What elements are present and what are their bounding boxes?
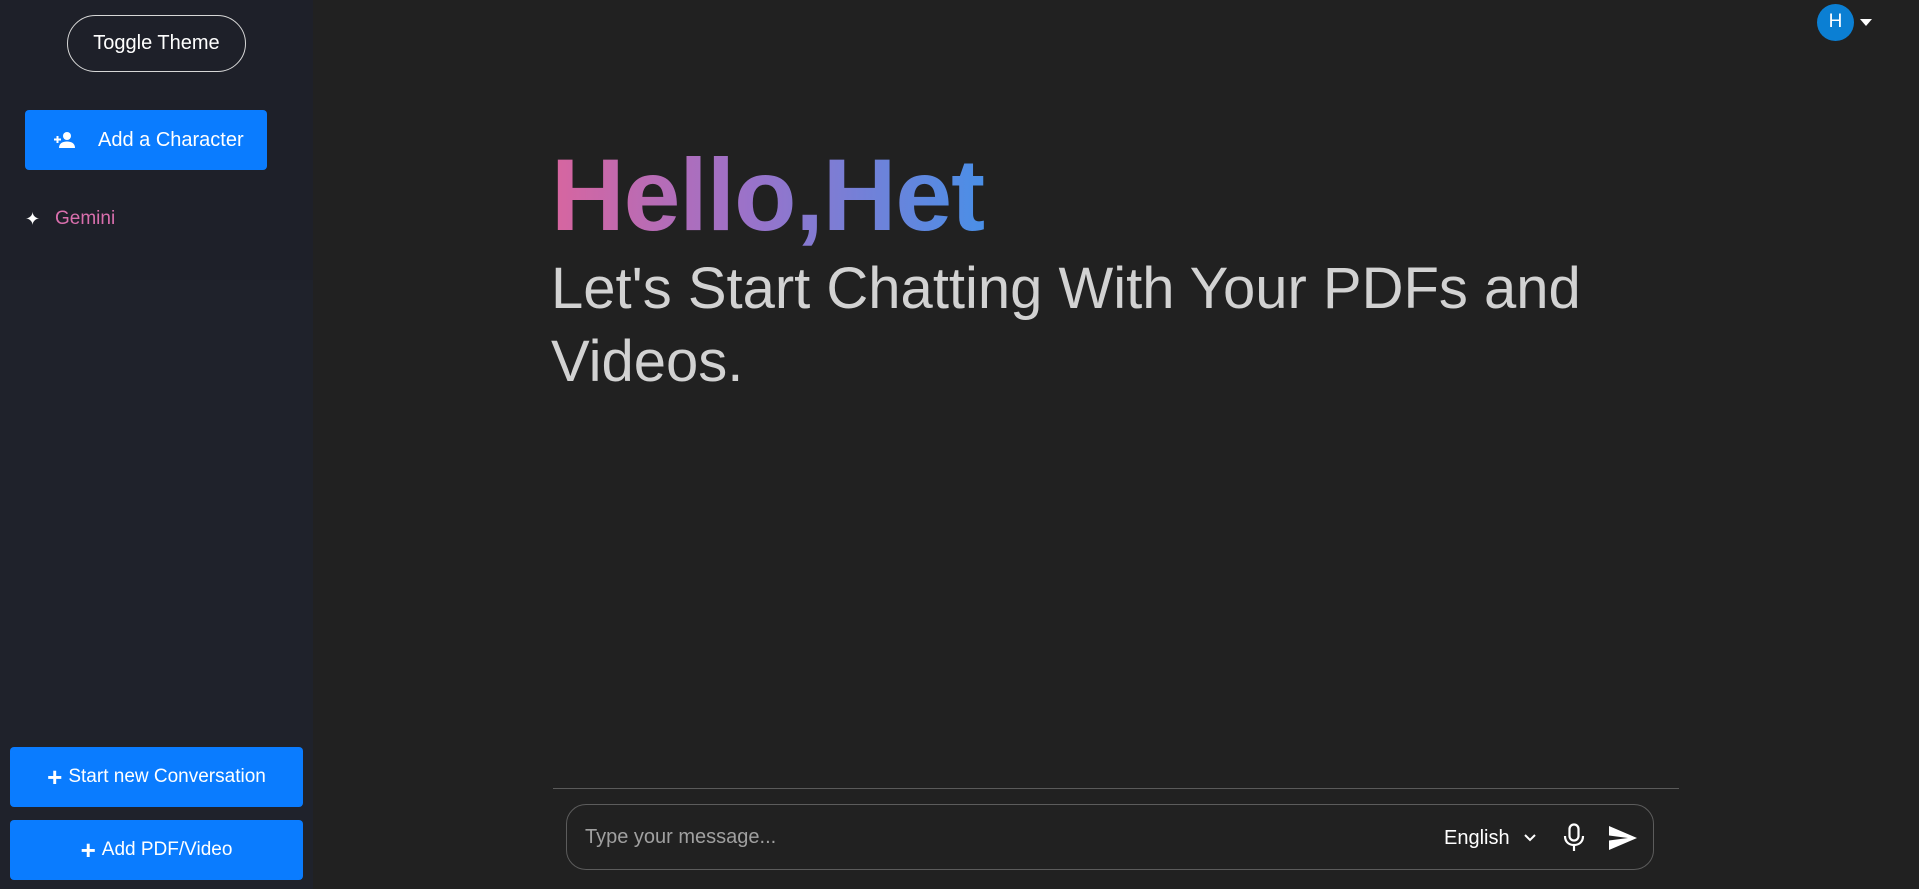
- character-item-gemini[interactable]: ✦ Gemini: [25, 206, 115, 232]
- microphone-icon: [1563, 823, 1585, 851]
- character-label: Gemini: [55, 208, 116, 229]
- start-conversation-label: Start new Conversation: [68, 766, 266, 787]
- greeting-subtitle: Let's Start Chatting With Your PDFs and …: [551, 256, 1581, 394]
- chevron-down-icon: [1523, 834, 1536, 842]
- caret-down-icon: [1860, 18, 1872, 26]
- greeting-title: Hello,Het: [551, 135, 985, 255]
- divider: [553, 788, 1679, 789]
- start-new-conversation-button[interactable]: + Start new Conversation: [10, 747, 303, 807]
- app-root: Toggle Theme Add a Character ✦ Gemini + …: [0, 0, 1919, 889]
- send-button[interactable]: [1607, 823, 1639, 853]
- message-input[interactable]: [585, 819, 1405, 855]
- sidebar: Toggle Theme Add a Character ✦ Gemini + …: [0, 0, 313, 889]
- user-menu[interactable]: H: [1817, 3, 1872, 41]
- sparkle-icon: ✦: [25, 208, 41, 229]
- microphone-button[interactable]: [1559, 821, 1589, 855]
- plus-icon: +: [47, 762, 63, 792]
- add-pdf-video-button[interactable]: + Add PDF/Video: [10, 820, 303, 880]
- chat-input-bar: English: [566, 804, 1654, 870]
- add-character-label: Add a Character: [98, 128, 244, 151]
- send-icon: [1609, 826, 1637, 850]
- add-character-button[interactable]: Add a Character: [25, 110, 267, 170]
- language-value: English: [1444, 826, 1510, 849]
- plus-icon: +: [80, 835, 96, 865]
- add-person-icon: [54, 129, 76, 151]
- avatar[interactable]: H: [1817, 3, 1854, 41]
- language-select[interactable]: English: [1444, 822, 1536, 854]
- add-pdf-label: Add PDF/Video: [101, 839, 233, 860]
- toggle-theme-button[interactable]: Toggle Theme: [67, 15, 246, 72]
